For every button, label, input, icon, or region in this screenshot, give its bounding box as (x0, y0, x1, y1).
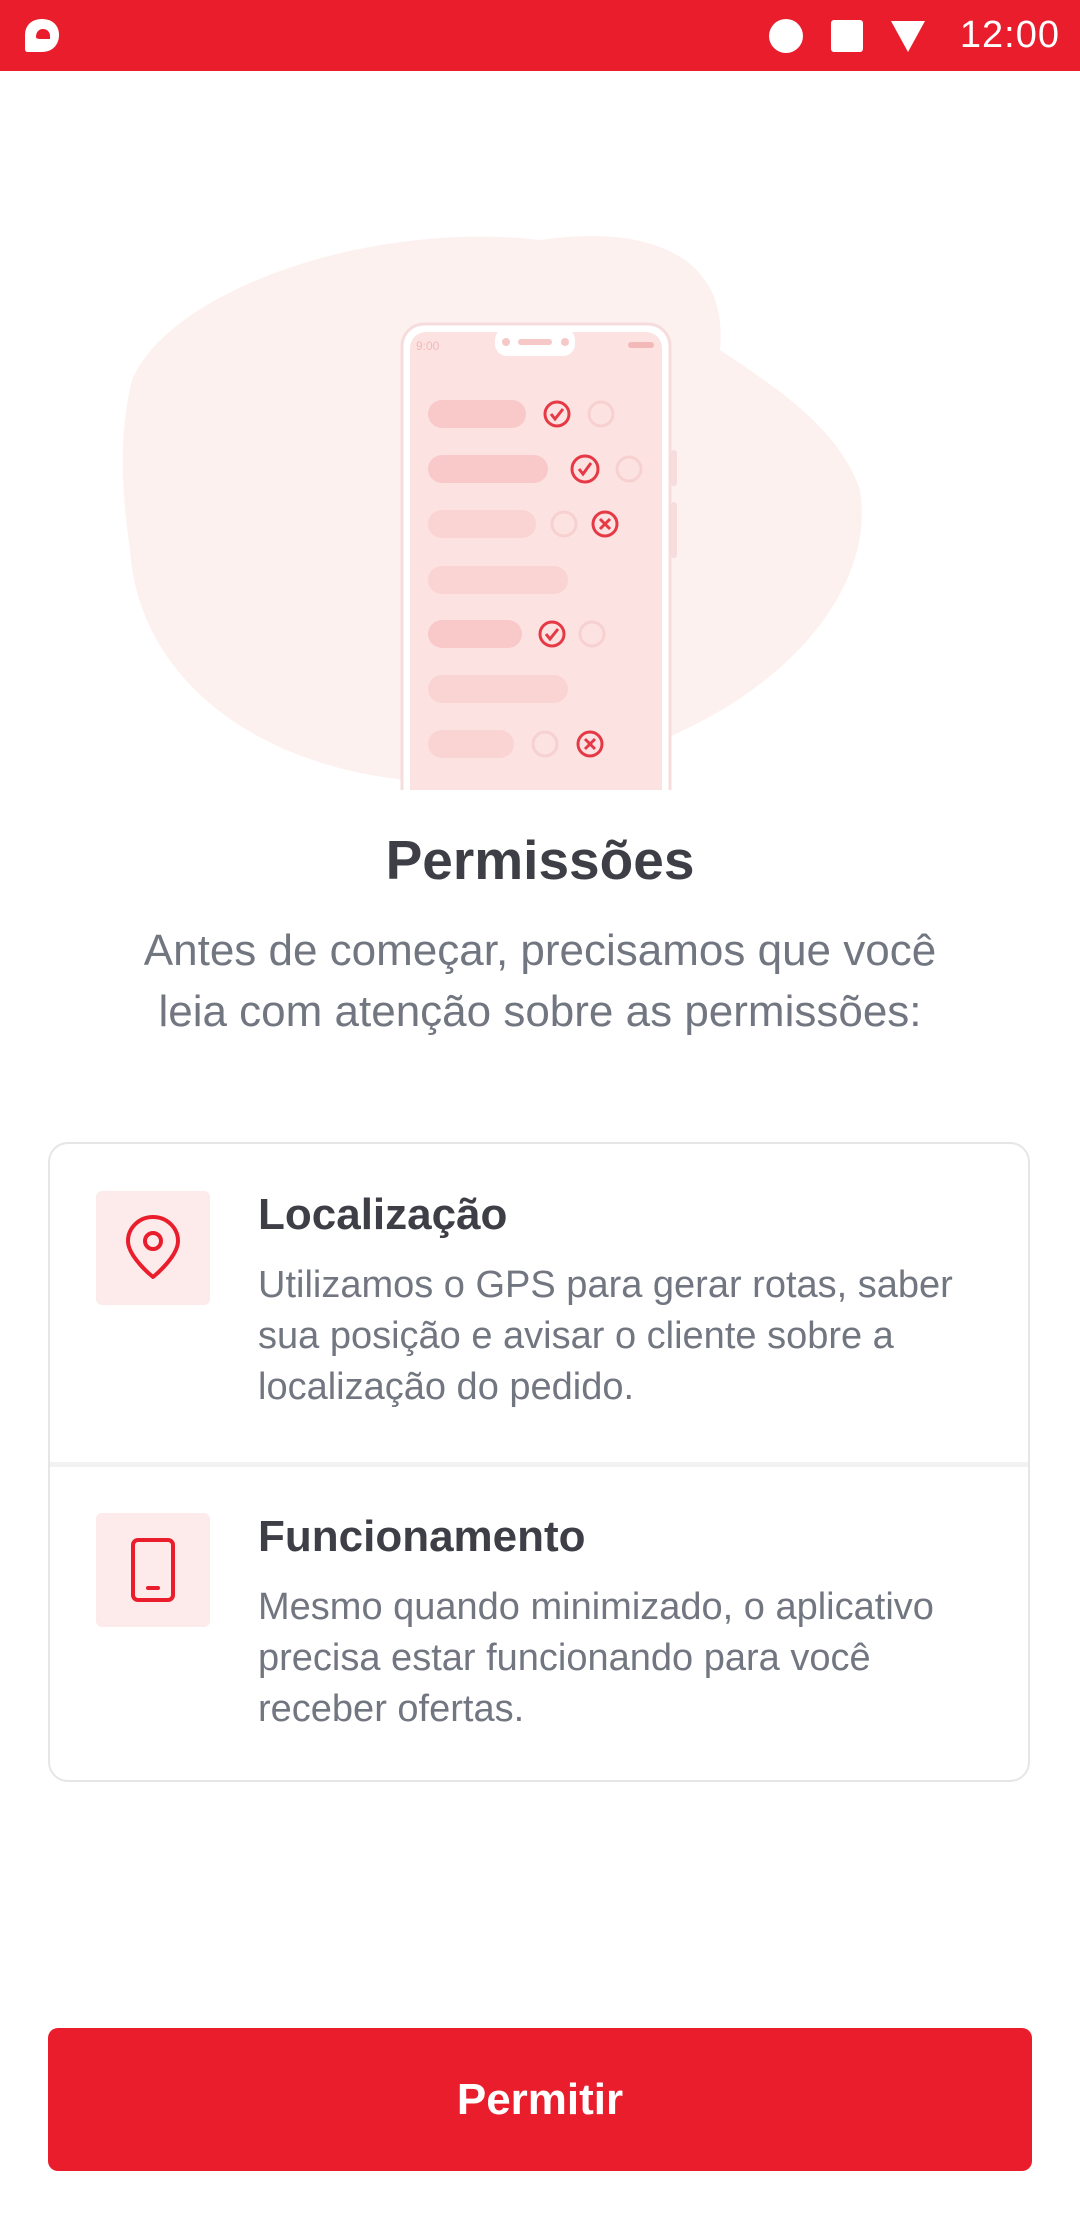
circle-notification-icon (768, 18, 803, 53)
permission-description: Mesmo quando minimizado, o aplicativo pr… (258, 1586, 934, 1730)
phone-permissions-illustration: 9:00 (122, 235, 862, 790)
permissions-card: Localização Utilizamos o GPS para gerar … (48, 1142, 1030, 1782)
permission-description: Utilizamos o GPS para gerar rotas, saber… (258, 1264, 953, 1408)
page-subtitle: Antes de começar, precisamos que você le… (143, 926, 937, 1036)
app-logo-icon (25, 19, 59, 52)
permission-title: Localização (258, 1190, 508, 1239)
smartphone-icon (131, 1538, 175, 1602)
location-pin-icon (126, 1215, 180, 1279)
signal-icon (890, 20, 925, 52)
allow-button[interactable]: Permitir (48, 2028, 1032, 2171)
illustration-phone: 9:00 (400, 322, 677, 790)
status-bar: 12:00 (0, 0, 1080, 71)
square-notification-icon (830, 19, 863, 52)
status-icons: 12:00 (768, 0, 1060, 71)
smartphone-icon-container (96, 1513, 210, 1627)
permission-item-location: Localização Utilizamos o GPS para gerar … (50, 1144, 1028, 1464)
status-time: 12:00 (959, 14, 1060, 56)
illustration-phone-time: 9:00 (416, 339, 440, 353)
location-icon-container (96, 1191, 210, 1305)
permission-title: Funcionamento (258, 1512, 586, 1561)
page-title: Permissões (385, 829, 695, 891)
permission-item-background: Funcionamento Mesmo quando minimizado, o… (50, 1466, 1028, 1786)
